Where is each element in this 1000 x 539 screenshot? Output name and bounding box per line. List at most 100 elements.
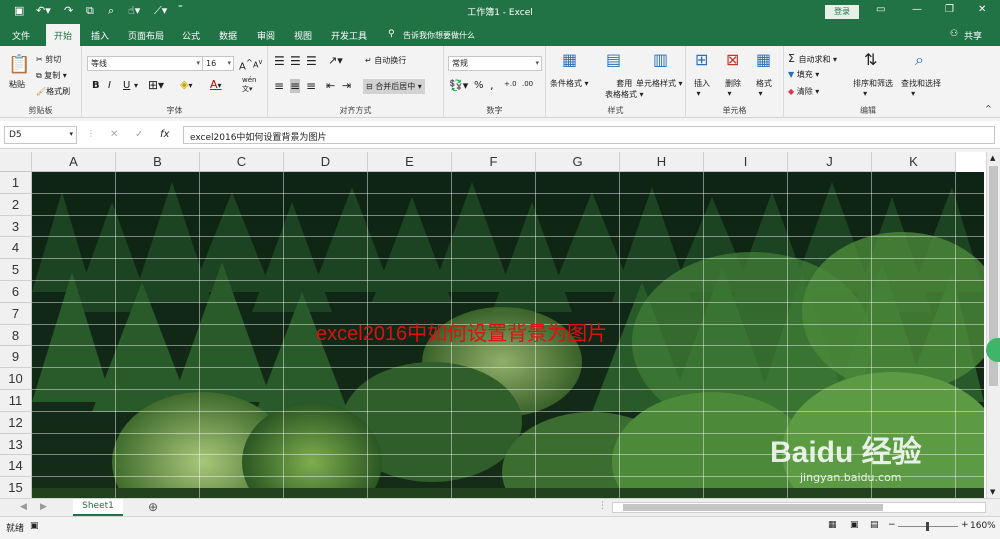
- insert-cells-icon[interactable]: ⊞: [695, 50, 708, 69]
- zoom-out-icon[interactable]: −: [888, 520, 896, 530]
- page-layout-view-icon[interactable]: ▣: [850, 520, 859, 530]
- next-sheet-icon[interactable]: ▶: [40, 502, 47, 512]
- row-header-3[interactable]: 3: [0, 215, 32, 238]
- tab-home[interactable]: 开始: [46, 24, 81, 46]
- column-header-h[interactable]: H: [620, 152, 704, 172]
- tab-review[interactable]: 审阅: [257, 29, 275, 42]
- tell-me-input[interactable]: 告诉我你想要做什么: [403, 30, 475, 41]
- wrap-text-button[interactable]: ↵ 自动换行: [365, 55, 406, 66]
- find-select-button[interactable]: 查找和选择 ▾: [901, 78, 941, 98]
- decrease-indent-icon[interactable]: ⇤: [326, 79, 335, 92]
- collapse-ribbon-icon[interactable]: ^: [985, 104, 992, 113]
- row-header-15[interactable]: 15: [0, 477, 32, 498]
- copy-button[interactable]: ⧉ 复制 ▾: [36, 70, 67, 81]
- scroll-up-icon[interactable]: ▲: [990, 154, 995, 162]
- column-header-c[interactable]: C: [200, 152, 284, 172]
- align-left-icon[interactable]: ≡: [274, 79, 284, 93]
- increase-indent-icon[interactable]: ⇥: [342, 79, 351, 92]
- restore-icon[interactable]: ❐: [945, 4, 954, 15]
- cancel-icon[interactable]: ✕: [110, 129, 118, 140]
- row-header-8[interactable]: 8: [0, 324, 32, 347]
- increase-decimal-icon[interactable]: +.0: [504, 80, 517, 88]
- row-header-14[interactable]: 14: [0, 455, 32, 478]
- prev-sheet-icon[interactable]: ◀: [20, 502, 27, 512]
- sheet-tab-sheet1[interactable]: Sheet1: [73, 499, 123, 516]
- enter-icon[interactable]: ✓: [135, 129, 143, 140]
- orientation-icon[interactable]: ↗▾: [328, 54, 343, 67]
- column-header-k[interactable]: K: [872, 152, 956, 172]
- underline-dropdown-icon[interactable]: ▾: [134, 81, 138, 90]
- zoom-slider[interactable]: [898, 522, 958, 531]
- tab-developer[interactable]: 开发工具: [331, 29, 367, 42]
- currency-icon[interactable]: 💱▾: [449, 79, 468, 92]
- font-size-select[interactable]: 16 ▾: [202, 56, 234, 71]
- row-header-1[interactable]: 1: [0, 172, 32, 194]
- macro-record-icon[interactable]: ▣: [30, 521, 39, 531]
- name-box[interactable]: D5 ▾: [4, 126, 77, 144]
- tab-formulas[interactable]: 公式: [182, 29, 200, 42]
- tab-page-layout[interactable]: 页面布局: [128, 29, 164, 42]
- paste-icon[interactable]: 📋: [8, 54, 30, 75]
- font-name-select[interactable]: 等线 ▾: [87, 56, 203, 71]
- cut-button[interactable]: ✂ 剪切: [36, 54, 61, 65]
- paste-button[interactable]: 粘贴: [9, 79, 25, 90]
- format-painter-button[interactable]: 🖌格式刷: [36, 86, 70, 97]
- conditional-format-button[interactable]: 条件格式 ▾: [550, 78, 589, 89]
- formula-input[interactable]: excel2016中如何设置背景为图片: [183, 126, 995, 144]
- align-bottom-icon[interactable]: ☰: [306, 54, 317, 68]
- conditional-format-icon[interactable]: ▦: [562, 50, 577, 69]
- add-sheet-icon[interactable]: ⊕: [148, 500, 158, 514]
- insert-cells-button[interactable]: 插入 ▾: [694, 78, 710, 98]
- column-header-b[interactable]: B: [116, 152, 200, 172]
- column-header-i[interactable]: I: [704, 152, 788, 172]
- worksheet-grid[interactable]: ABCDEFGHIJK 1 2 3 4 5 6 7 8 9 10 11 12 13 14 15: [0, 152, 1000, 498]
- row-header-6[interactable]: 6: [0, 281, 32, 303]
- number-format-select[interactable]: 常规 ▾: [448, 56, 542, 71]
- normal-view-icon[interactable]: ▦: [828, 520, 837, 530]
- zoom-level[interactable]: 160%: [970, 521, 996, 531]
- merge-center-button[interactable]: ⊟ 合并后居中 ▾: [363, 79, 425, 94]
- border-icon[interactable]: ⊞▾: [148, 78, 164, 92]
- format-cells-button[interactable]: 格式 ▾: [756, 78, 772, 98]
- font-color-icon[interactable]: A▾: [210, 78, 222, 91]
- fill-color-icon[interactable]: ◈▾: [180, 78, 192, 91]
- clear-button[interactable]: ◆ 清除 ▾: [788, 86, 819, 97]
- find-search-icon[interactable]: ⌕: [915, 50, 924, 70]
- underline-button[interactable]: U: [123, 80, 130, 91]
- row-header-10[interactable]: 10: [0, 368, 32, 390]
- column-header-g[interactable]: G: [536, 152, 620, 172]
- row-header-5[interactable]: 5: [0, 259, 32, 281]
- share-button[interactable]: 共享: [964, 29, 982, 42]
- tab-data[interactable]: 数据: [219, 29, 237, 42]
- autosum-button[interactable]: Σ 自动求和 ▾: [788, 52, 837, 65]
- tab-view[interactable]: 视图: [294, 29, 312, 42]
- split-handle-icon[interactable]: ⋮: [598, 501, 607, 511]
- align-right-icon[interactable]: ≡: [306, 79, 316, 93]
- column-header-e[interactable]: E: [368, 152, 452, 172]
- row-header-12[interactable]: 12: [0, 411, 32, 434]
- decrease-font-icon[interactable]: Av: [253, 58, 262, 70]
- format-cells-icon[interactable]: ▦: [756, 50, 771, 69]
- sort-filter-button[interactable]: 排序和筛选 ▾: [853, 78, 893, 98]
- row-header-9[interactable]: 9: [0, 346, 32, 369]
- minimize-icon[interactable]: —: [912, 4, 922, 15]
- delete-cells-icon[interactable]: ⊠: [726, 50, 739, 69]
- table-format-icon[interactable]: ▤: [606, 50, 621, 69]
- phonetic-icon[interactable]: wén 文▾: [242, 76, 256, 94]
- fill-button[interactable]: ▼ 填充 ▾: [788, 69, 819, 80]
- tab-file[interactable]: 文件: [12, 29, 30, 42]
- decrease-decimal-icon[interactable]: .00: [522, 80, 533, 88]
- close-icon[interactable]: ✕: [978, 4, 986, 15]
- row-header-13[interactable]: 13: [0, 433, 32, 456]
- insert-function-button[interactable]: fx: [160, 129, 169, 140]
- row-header-7[interactable]: 7: [0, 302, 32, 325]
- scroll-down-icon[interactable]: ▼: [990, 488, 995, 496]
- align-center-icon[interactable]: ≡: [290, 79, 301, 93]
- zoom-slider-thumb[interactable]: [926, 522, 929, 531]
- vertical-scrollbar[interactable]: ▲ ▼: [986, 152, 1000, 498]
- cell-styles-button[interactable]: 单元格样式 ▾: [636, 78, 683, 89]
- select-all-corner[interactable]: [0, 152, 32, 172]
- tab-insert[interactable]: 插入: [91, 29, 109, 42]
- horizontal-scroll-thumb[interactable]: [623, 504, 883, 511]
- column-header-d[interactable]: D: [284, 152, 368, 172]
